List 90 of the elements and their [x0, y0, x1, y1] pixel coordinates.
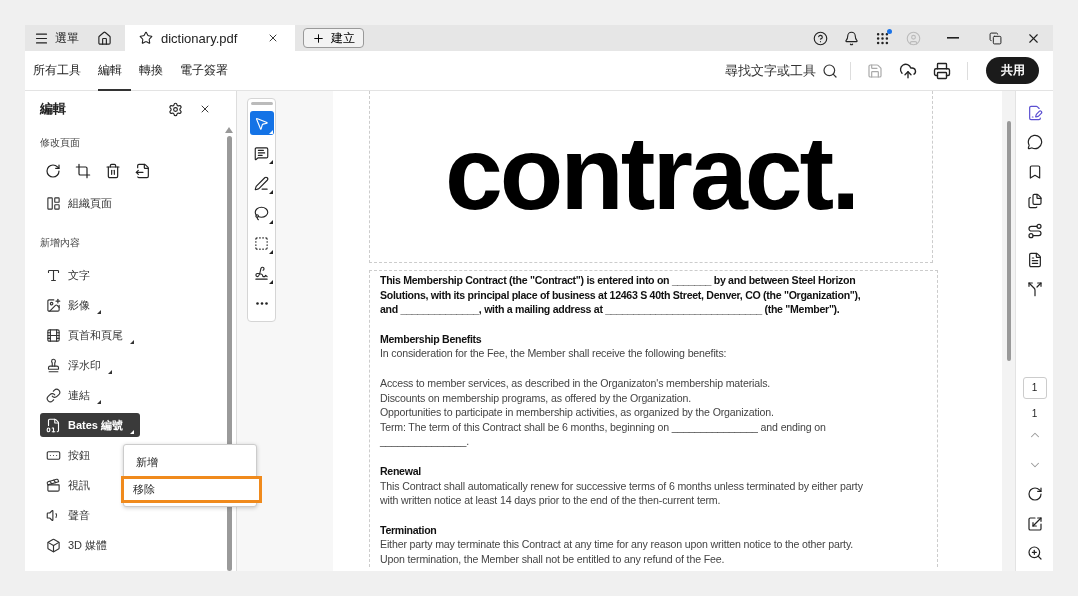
search-icon — [822, 62, 838, 79]
delete-button[interactable] — [105, 163, 121, 179]
minimize-icon — [947, 37, 959, 39]
section-heading: Renewal — [380, 463, 421, 479]
menu-button[interactable]: 選單 — [25, 25, 88, 51]
add-content-item[interactable]: 浮水印 — [40, 353, 118, 377]
drag-handle[interactable] — [250, 102, 273, 105]
avatar-icon — [906, 30, 921, 46]
image-add-icon — [46, 297, 61, 313]
search-button[interactable]: 尋找文字或工具 — [721, 61, 842, 80]
apps-grid-icon — [875, 30, 890, 46]
numbered-page-icon — [46, 417, 61, 433]
share-button[interactable]: 共用 — [986, 57, 1039, 84]
crop-icon — [75, 163, 91, 179]
add-content-item[interactable]: 頁首和頁尾 — [40, 323, 140, 347]
extract-button[interactable] — [135, 163, 151, 179]
video-icon — [46, 477, 61, 493]
text-frame-icon — [254, 235, 269, 251]
add-content-item[interactable]: 3D 媒體 — [40, 533, 114, 557]
add-content-item[interactable]: 聲音 — [40, 503, 96, 527]
paragraph: Access to member services, as described in the Organizaton's membership materials. Discounts on membership programs, as offered by the Organization. Opportunities to participate in membership activities, as organized by the Organization. Term: The term of this Contract shall be 6 months, beginning on _______________ and ending on _______________. — [380, 375, 826, 449]
add-content-item[interactable]: 文字 — [40, 263, 96, 287]
restore-icon — [989, 31, 1002, 45]
document-tab[interactable]: dictionary.pdf — [125, 25, 295, 51]
comment-icon — [1026, 134, 1043, 151]
paragraph: Either party may terminate this Contract at any time for any reason upon written notice to the other party. Upon termination, the Member shall not be entitled to any refund of the Fee. — [380, 537, 854, 567]
cloud-upload-icon — [899, 61, 917, 80]
bell-icon — [844, 30, 859, 46]
rotate-icon — [45, 163, 61, 179]
file-export-icon — [135, 163, 151, 179]
route-icon — [1026, 222, 1043, 239]
print-icon — [933, 61, 951, 80]
paragraph: In consideration for the Fee, the Member shall receive the following benefits: — [380, 346, 727, 361]
add-content-item[interactable]: 視訊 — [40, 473, 96, 497]
home-icon — [97, 30, 112, 46]
pages-icon — [46, 195, 61, 211]
cube-icon — [46, 537, 61, 553]
crop-button[interactable] — [75, 163, 91, 179]
scrollbar-thumb[interactable] — [1006, 121, 1011, 361]
organize-pages-item[interactable]: 組織頁面 — [40, 191, 118, 215]
link-icon — [46, 387, 61, 403]
add-content-item[interactable]: Bates 編號 — [40, 413, 141, 437]
select-tool[interactable] — [249, 111, 274, 135]
paragraph: This Contract shall automatically renew for successive terms of 6 months unless terminated by either party with written notice at least 14 days prior to the end of the then-current term. — [380, 478, 863, 508]
document-icon — [1026, 252, 1043, 268]
fit-page-icon — [1026, 515, 1043, 532]
intro-paragraph: This Membership Contract (the "Contract") is entered into on _______ by and between Steel Horizon Solutions, with its principal place of business at 12463 S 40th Street, Denver, CO (the "Organization"), and ______________, with a mailing address at ____________________________ (the "Member"). — [380, 273, 861, 317]
rotate-button[interactable] — [45, 163, 61, 179]
toolbar-tab[interactable]: 電子簽署 — [180, 50, 237, 91]
signature-icon — [254, 265, 269, 281]
menu-item[interactable]: 移除 — [121, 476, 262, 503]
add-content-item[interactable]: 影像 — [40, 293, 107, 317]
section-heading: 新增內容 — [40, 236, 81, 250]
menu-item[interactable]: 新增 — [124, 449, 256, 476]
contract-logo: contract. — [444, 120, 858, 225]
trash-icon — [105, 163, 121, 179]
section-heading: Termination — [380, 522, 437, 538]
pages-icon — [1026, 193, 1043, 210]
add-content-item[interactable]: 連結 — [40, 383, 107, 407]
close-icon — [267, 32, 279, 44]
pointer-icon — [254, 115, 269, 131]
file-edit-icon — [1026, 104, 1043, 121]
more-icon — [255, 301, 268, 305]
text-add-icon — [46, 267, 61, 283]
create-button[interactable]: 建立 — [303, 28, 364, 48]
lasso-icon — [254, 205, 269, 221]
section-heading: Membership Benefits — [380, 331, 482, 347]
section-heading: 修改頁面 — [40, 136, 81, 150]
settings-icon — [168, 101, 183, 117]
rotate-icon — [1026, 486, 1043, 503]
save-icon — [867, 62, 883, 79]
toolbar-tab[interactable]: 編輯 — [98, 50, 131, 91]
comment-icon — [254, 145, 269, 161]
header-footer-icon — [46, 327, 61, 343]
split-icon — [1026, 281, 1043, 298]
document-title: dictionary.pdf — [161, 30, 239, 46]
zoom-in-icon — [1026, 545, 1043, 562]
plus-icon — [312, 31, 325, 45]
close-icon — [199, 103, 211, 115]
toolbar-tab[interactable]: 所有工具 — [33, 50, 90, 91]
panel-title: 編輯 — [40, 100, 67, 118]
add-content-item[interactable]: 按鈕 — [40, 443, 96, 467]
toolbar-tab[interactable]: 轉換 — [139, 50, 172, 91]
page-total: 1 — [1031, 407, 1038, 419]
help-icon — [813, 30, 828, 46]
menu-icon — [34, 30, 49, 46]
star-icon — [139, 31, 153, 45]
pen-icon — [254, 175, 269, 191]
watermark-icon — [46, 357, 61, 373]
page-number-field[interactable]: 1 — [1022, 377, 1047, 399]
